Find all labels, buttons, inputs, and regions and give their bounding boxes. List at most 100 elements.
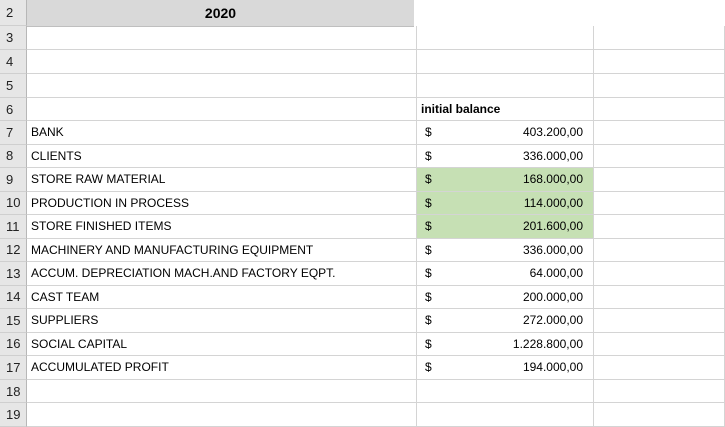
account-label-cell[interactable]: STORE RAW MATERIAL (27, 168, 417, 192)
amount-value: 201.600,00 (522, 219, 583, 234)
cell[interactable] (417, 380, 594, 403)
table-row: 17 ACCUMULATED PROFIT $194.000,00 (0, 356, 725, 380)
cell[interactable] (27, 50, 417, 74)
table-row: 8 CLIENTS $336.000,00 (0, 144, 725, 168)
amount-cell[interactable]: $336.000,00 (417, 238, 594, 262)
sheet-row: 18 (0, 380, 725, 403)
table-row: 13 ACCUM. DEPRECIATION MACH.AND FACTORY E… (0, 262, 725, 286)
cell[interactable] (417, 403, 594, 427)
currency-symbol: $ (425, 195, 432, 210)
amount-cell[interactable]: $201.600,00 (417, 215, 594, 239)
cell[interactable] (594, 403, 725, 427)
sheet-row: 3 (0, 26, 725, 50)
account-label-cell[interactable]: BANK (27, 121, 417, 145)
account-label-cell[interactable]: CLIENTS (27, 144, 417, 168)
row-header[interactable]: 9 (0, 168, 27, 192)
cell[interactable] (594, 332, 725, 356)
row-header[interactable]: 3 (0, 26, 27, 50)
amount-cell[interactable]: $272.000,00 (417, 309, 594, 333)
cell[interactable] (27, 380, 417, 403)
cell[interactable] (27, 98, 417, 121)
amount-cell[interactable]: $168.000,00 (417, 168, 594, 192)
table-row: 10 PRODUCTION IN PROCESS $114.000,00 (0, 191, 725, 215)
currency-symbol: $ (425, 242, 432, 257)
cell[interactable] (594, 98, 725, 121)
row-header[interactable]: 19 (0, 403, 27, 427)
row-header[interactable]: 14 (0, 285, 27, 309)
account-label-cell[interactable]: CAST TEAM (27, 285, 417, 309)
currency-symbol: $ (425, 266, 432, 281)
cell[interactable] (27, 74, 417, 98)
account-label-cell[interactable]: ACCUM. DEPRECIATION MACH.AND FACTORY EQP… (27, 262, 417, 286)
account-label-cell[interactable]: SOCIAL CAPITAL (27, 332, 417, 356)
cell[interactable] (417, 74, 594, 98)
amount-cell[interactable]: $64.000,00 (417, 262, 594, 286)
account-label-cell[interactable]: STORE FINISHED ITEMS (27, 215, 417, 239)
amount-cell[interactable]: $403.200,00 (417, 121, 594, 145)
amount-value: 336.000,00 (522, 242, 583, 257)
amount-value: 272.000,00 (522, 313, 583, 328)
row-header[interactable]: 18 (0, 380, 27, 403)
sheet-row: 19 (0, 403, 725, 427)
table-row: 9 STORE RAW MATERIAL $168.000,00 (0, 168, 725, 192)
sheet-row: 4 (0, 50, 725, 74)
currency-symbol: $ (425, 219, 432, 234)
currency-symbol: $ (425, 313, 432, 328)
amount-value: 1.228.800,00 (512, 336, 583, 351)
cell[interactable] (417, 26, 594, 50)
cell[interactable] (594, 356, 725, 380)
row-header[interactable]: 8 (0, 144, 27, 168)
spreadsheet-grid: 2 2020 3 4 5 6 initial balance 7 BANK $403… (0, 0, 725, 427)
cell[interactable] (594, 144, 725, 168)
account-label-cell[interactable]: ACCUMULATED PROFIT (27, 356, 417, 380)
currency-symbol: $ (425, 125, 432, 140)
cell[interactable] (594, 215, 725, 239)
account-label-cell[interactable]: PRODUCTION IN PROCESS (27, 191, 417, 215)
sheet-row: 6 initial balance (0, 98, 725, 121)
amount-cell[interactable]: $200.000,00 (417, 285, 594, 309)
amount-cell[interactable]: $1.228.800,00 (417, 332, 594, 356)
row-header[interactable]: 5 (0, 74, 27, 98)
row-header[interactable]: 10 (0, 191, 27, 215)
cell[interactable] (417, 50, 594, 74)
row-header[interactable]: 13 (0, 262, 27, 286)
amount-value: 114.000,00 (523, 195, 583, 210)
table-row: 15 SUPPLIERS $272.000,00 (0, 309, 725, 333)
amount-cell[interactable]: $336.000,00 (417, 144, 594, 168)
amount-cell[interactable]: $114.000,00 (417, 191, 594, 215)
row-header[interactable]: 12 (0, 238, 27, 262)
table-row: 16 SOCIAL CAPITAL $1.228.800,00 (0, 332, 725, 356)
cell[interactable] (594, 380, 725, 403)
row-header[interactable]: 4 (0, 50, 27, 74)
currency-symbol: $ (425, 289, 432, 304)
cell[interactable] (594, 285, 725, 309)
row-header[interactable]: 17 (0, 356, 27, 380)
cell[interactable] (594, 168, 725, 192)
cell[interactable] (594, 26, 725, 50)
year-title[interactable]: 2020 (27, 0, 414, 27)
cell[interactable] (594, 309, 725, 333)
amount-value: 194.000,00 (522, 360, 583, 375)
cell[interactable] (27, 403, 417, 427)
currency-symbol: $ (425, 148, 432, 163)
row-header[interactable]: 15 (0, 309, 27, 333)
currency-symbol: $ (425, 172, 432, 187)
cell[interactable] (594, 74, 725, 98)
cell[interactable] (594, 121, 725, 145)
cell[interactable] (594, 238, 725, 262)
column-header-initial-balance[interactable]: initial balance (417, 98, 594, 121)
cell[interactable] (594, 191, 725, 215)
amount-cell[interactable]: $194.000,00 (417, 356, 594, 380)
cell[interactable] (594, 262, 725, 286)
account-label-cell[interactable]: MACHINERY AND MANUFACTURING EQUIPMENT (27, 238, 417, 262)
row-header[interactable]: 7 (0, 121, 27, 145)
amount-value: 64.000,00 (529, 266, 583, 281)
row-header[interactable]: 2 (0, 0, 27, 26)
account-label-cell[interactable]: SUPPLIERS (27, 309, 417, 333)
row-header[interactable]: 11 (0, 215, 27, 239)
cell[interactable] (594, 50, 725, 74)
sheet-row: 2 2020 (0, 0, 725, 27)
row-header[interactable]: 6 (0, 98, 27, 121)
row-header[interactable]: 16 (0, 332, 27, 356)
cell[interactable] (27, 26, 417, 50)
